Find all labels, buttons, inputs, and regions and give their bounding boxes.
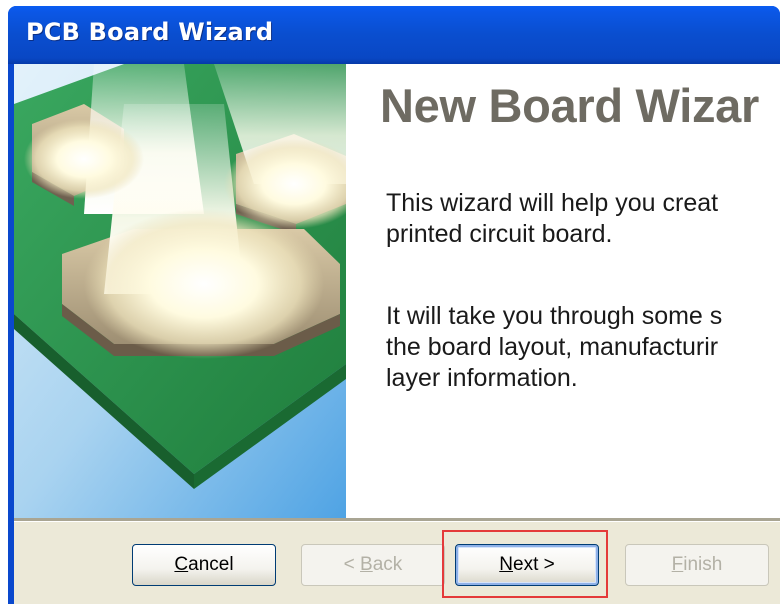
cancel-mnemonic: C [174,554,189,575]
cancel-button[interactable]: Cancel [132,544,276,586]
cancel-label: ancel [188,554,234,575]
back-label: ack [372,554,403,575]
wizard-window: PCB Board Wizard New Board Wizar This wi… [8,6,780,604]
steps-paragraph: It will take you through some s the boar… [386,302,723,392]
back-mnemonic: B [360,554,373,575]
finish-label: inish [683,554,723,575]
intro-paragraph: This wizard will help you creat printed … [386,189,719,248]
wizard-content: New Board Wizar This wizard will help yo… [14,64,780,518]
finish-mnemonic: F [671,554,684,575]
next-highlight-box [442,530,608,598]
page-title: New Board Wizar [380,79,759,132]
finish-button[interactable]: Finish [625,544,769,586]
pcb-illustration [14,64,364,518]
back-button[interactable]: < Back [301,544,445,586]
pcb-pad-graphic [14,64,364,518]
button-bar: Cancel < Back Next > Finish [14,522,780,604]
window-title: PCB Board Wizard [26,18,274,46]
title-bar[interactable]: PCB Board Wizard [8,6,780,64]
wizard-text-area: New Board Wizar This wizard will help yo… [346,64,780,518]
back-prefix: < [343,554,361,575]
